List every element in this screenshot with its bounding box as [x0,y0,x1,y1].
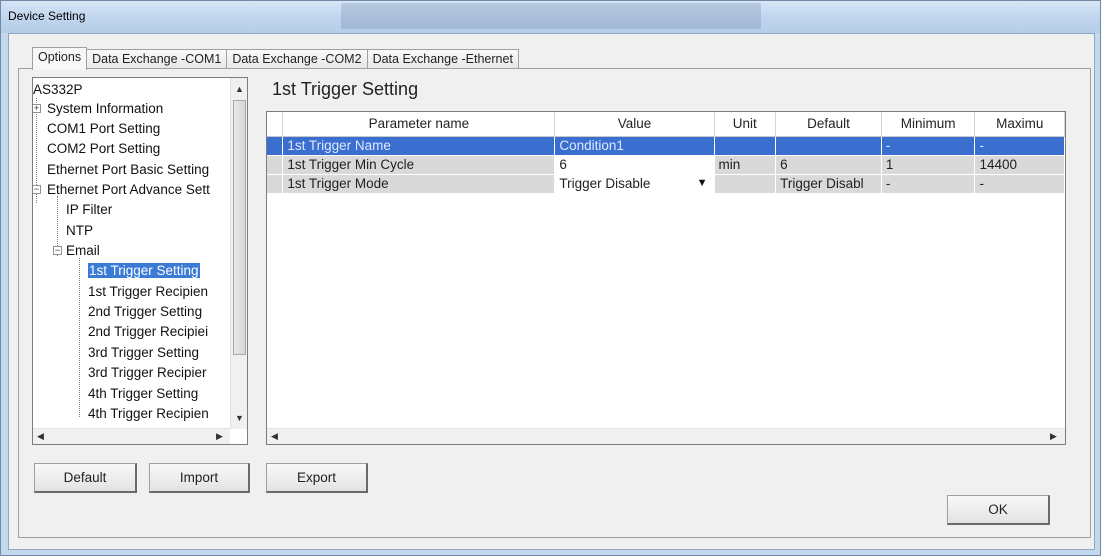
table-row[interactable]: 1st Trigger Name Condition1 - - [267,136,1065,156]
cell-unit [714,174,777,194]
tree-item-3rd-trigger-recipient[interactable]: 3rd Trigger Recipier [88,364,207,382]
trigger-mode-select[interactable]: Trigger Disable ▼ [554,174,715,194]
tab-data-exchange-com1[interactable]: Data Exchange -COM1 [86,49,228,69]
cell-minimum: - [881,136,976,156]
expand-system-information-icon[interactable]: + [33,104,41,113]
scroll-down-arrow-icon[interactable]: ▼ [235,413,244,423]
collapse-ethernet-advance-icon[interactable]: − [33,185,41,194]
tree-item-root[interactable]: AS332P [33,81,83,99]
cell-parameter-name: 1st Trigger Min Cycle [282,155,556,175]
tree-scroll-right-arrow-icon[interactable]: ▶ [216,431,223,442]
cell-minimum: - [881,174,976,194]
tree-item-ntp[interactable]: NTP [66,222,93,240]
cell-maximum: 14400 [974,155,1065,175]
scroll-up-arrow-icon[interactable]: ▲ [235,84,244,94]
row-header[interactable] [267,155,284,175]
table-row[interactable]: 1st Trigger Min Cycle 6 min 6 1 14400 [267,155,1065,175]
grid-header-row: Parameter name Value Unit Default Minimu… [267,112,1065,137]
tab-data-exchange-ethernet[interactable]: Data Exchange -Ethernet [366,49,519,69]
column-header-maximum[interactable]: Maximu [974,112,1065,137]
tree-item-ip-filter[interactable]: IP Filter [66,201,112,219]
title-bar[interactable]: Device Setting [1,1,1100,33]
row-header-corner [267,112,284,137]
tree-item-ethernet-basic[interactable]: Ethernet Port Basic Setting [47,161,209,179]
row-header[interactable] [267,136,284,156]
column-header-parameter-name[interactable]: Parameter name [282,112,556,137]
title-bar-highlight [341,3,761,29]
tree-item-system-information[interactable]: System Information [47,100,163,118]
table-row[interactable]: 1st Trigger Mode Trigger Disable ▼ Trigg… [267,174,1065,194]
cell-unit: min [714,155,777,175]
parameter-grid: Parameter name Value Unit Default Minimu… [266,111,1066,445]
tree-item-com1-port-setting[interactable]: COM1 Port Setting [47,120,160,138]
dropdown-arrow-icon[interactable]: ▼ [697,177,708,189]
cell-value[interactable]: Condition1 [554,136,715,156]
tab-options[interactable]: Options [32,47,88,70]
min-cycle-input[interactable]: 6 [554,155,715,175]
import-button[interactable]: Import [149,463,250,493]
collapse-email-icon[interactable]: − [53,246,62,255]
cell-maximum: - [974,174,1065,194]
column-header-unit[interactable]: Unit [714,112,777,137]
row-header[interactable] [267,174,284,194]
tree-item-com2-port-setting[interactable]: COM2 Port Setting [47,140,160,158]
cell-minimum: 1 [881,155,976,175]
column-header-default[interactable]: Default [775,112,882,137]
tree-scroll-left-arrow-icon[interactable]: ◀ [37,431,44,442]
cell-default [775,136,882,156]
cell-default: 6 [775,155,882,175]
tree-item-email[interactable]: Email [66,242,100,260]
grid-scroll-left-arrow-icon[interactable]: ◀ [271,431,278,442]
tree-line [79,258,80,417]
cell-parameter-name: 1st Trigger Mode [282,174,556,194]
column-header-minimum[interactable]: Minimum [881,112,976,137]
cell-parameter-name: 1st Trigger Name [282,136,556,156]
tree-item-4th-trigger-recipient[interactable]: 4th Trigger Recipien [88,405,209,423]
tab-strip: Options Data Exchange -COM1 Data Exchang… [32,47,519,70]
parameter-table: Parameter name Value Unit Default Minimu… [267,112,1065,194]
tab-data-exchange-com2[interactable]: Data Exchange -COM2 [226,49,368,69]
settings-tree[interactable]: + − − AS332P System Information COM1 Por… [32,77,248,445]
section-title: 1st Trigger Setting [272,79,419,99]
cell-default: Trigger Disabl [775,174,882,194]
tree-item-3rd-trigger-setting[interactable]: 3rd Trigger Setting [88,344,199,362]
tree-vertical-scroll-thumb[interactable] [233,100,246,355]
tree-item-1st-trigger-setting[interactable]: 1st Trigger Setting [88,262,200,280]
tree-horizontal-scrollbar[interactable] [33,428,230,444]
tree-item-1st-trigger-recipient[interactable]: 1st Trigger Recipien [88,283,208,301]
ok-button[interactable]: OK [947,495,1050,525]
cell-maximum: - [974,136,1065,156]
tree-item-2nd-trigger-recipient[interactable]: 2nd Trigger Recipiei [88,323,208,341]
cell-unit [714,136,777,156]
tree-item-2nd-trigger-setting[interactable]: 2nd Trigger Setting [88,303,202,321]
column-header-value[interactable]: Value [554,112,715,137]
export-button[interactable]: Export [266,463,368,493]
default-button[interactable]: Default [34,463,137,493]
tree-item-4th-trigger-setting[interactable]: 4th Trigger Setting [88,385,198,403]
grid-scroll-right-arrow-icon[interactable]: ▶ [1050,431,1057,442]
grid-horizontal-scrollbar[interactable] [267,428,1065,444]
window-title: Device Setting [8,9,86,23]
tree-item-ethernet-advance[interactable]: Ethernet Port Advance Sett [47,181,210,199]
trigger-mode-selected-value: Trigger Disable [559,176,651,191]
